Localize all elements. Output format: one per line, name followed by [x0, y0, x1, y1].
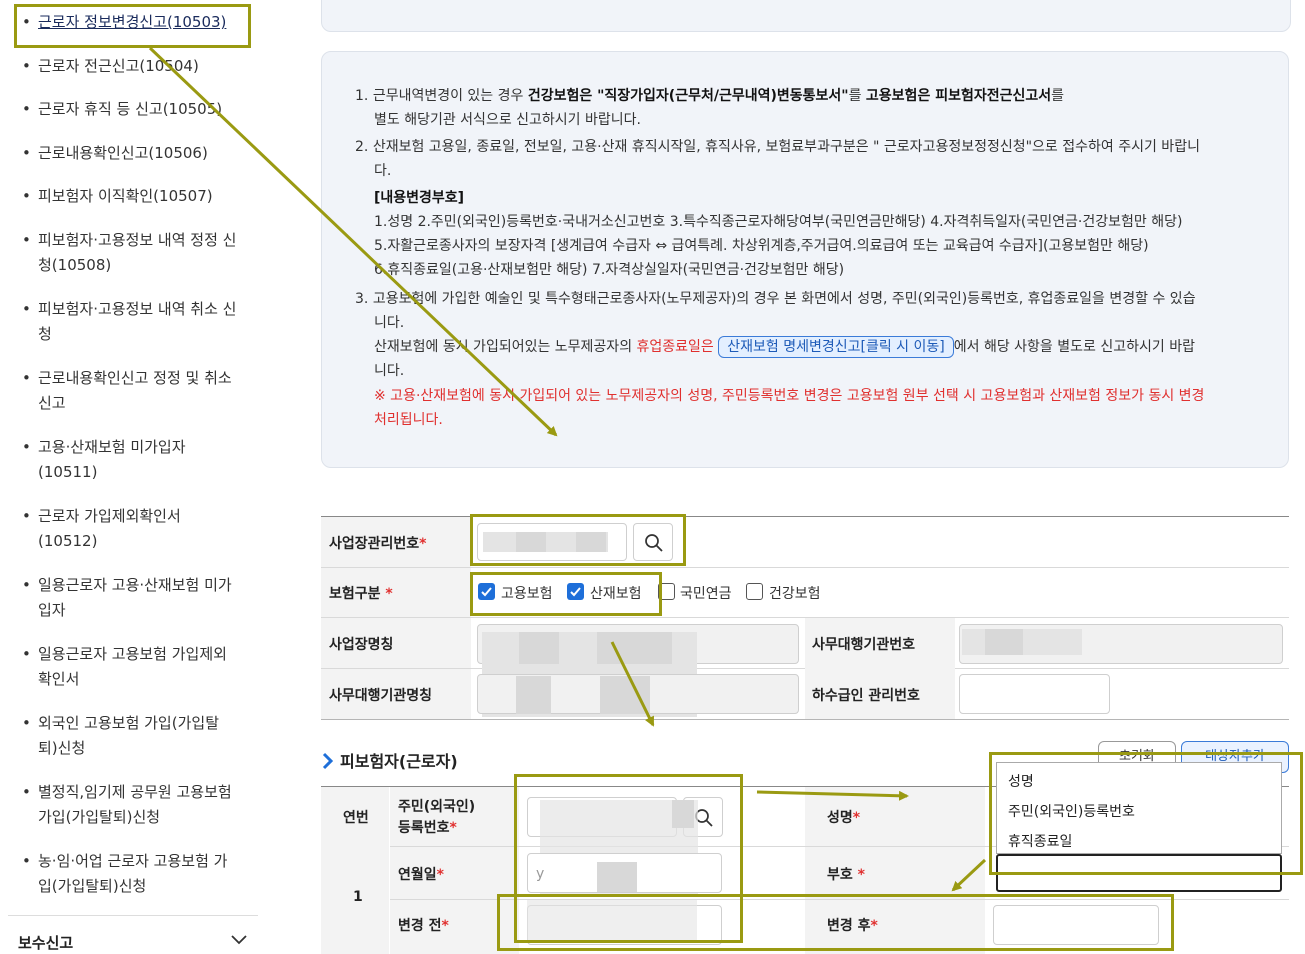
annotation-arrows [148, 46, 987, 892]
